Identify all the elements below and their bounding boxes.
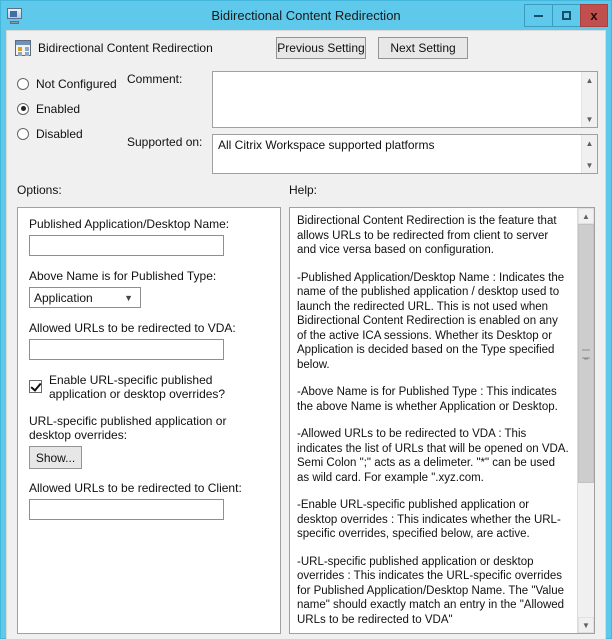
comment-scrollbar[interactable]: ▲ ▼: [581, 72, 597, 127]
radio-disabled[interactable]: Disabled: [17, 121, 127, 146]
radio-disabled-indicator: [17, 127, 29, 140]
scroll-down-icon[interactable]: ▼: [578, 617, 594, 633]
chevron-down-icon: ▼: [124, 292, 133, 303]
window-title: Bidirectional Content Redirection: [211, 8, 401, 23]
supported-on-label: Supported on:: [127, 135, 203, 149]
comment-textarea[interactable]: ▲ ▼: [212, 71, 598, 128]
setting-title: Bidirectional Content Redirection: [38, 41, 213, 55]
help-paragraph: -URL-specific published application or d…: [297, 555, 565, 626]
title-bar: Bidirectional Content Redirection x: [1, 1, 611, 30]
allowed-urls-vda-input[interactable]: [29, 339, 224, 360]
published-type-select[interactable]: Application ▼: [29, 287, 141, 308]
minimize-icon: [534, 14, 543, 17]
published-name-input[interactable]: [29, 235, 224, 256]
supported-on-row: Supported on: All Citrix Workspace suppo…: [127, 134, 598, 174]
supported-on-textarea[interactable]: All Citrix Workspace supported platforms…: [212, 134, 598, 174]
radio-enabled[interactable]: Enabled: [17, 96, 127, 121]
maximize-icon: [562, 11, 571, 20]
radio-enabled-indicator: [17, 102, 29, 115]
help-panel: Bidirectional Content Redirection is the…: [289, 207, 595, 634]
comment-scroll-track[interactable]: [582, 88, 597, 111]
panel-headers: Options: Help:: [7, 183, 605, 207]
scroll-down-icon[interactable]: ▼: [582, 157, 597, 173]
dialog-client-area: Bidirectional Content Redirection Previo…: [6, 30, 606, 639]
help-text-content: Bidirectional Content Redirection is the…: [290, 208, 577, 633]
scroll-up-icon[interactable]: ▲: [578, 208, 594, 224]
published-type-value: Application: [34, 290, 93, 305]
options-panel: Published Application/Desktop Name: Abov…: [17, 207, 281, 634]
window-controls: x: [524, 4, 608, 27]
minimize-button[interactable]: [524, 4, 552, 27]
policy-setting-icon: [15, 40, 31, 56]
help-paragraph: -Allowed URLs to be redirected to VDA : …: [297, 428, 569, 484]
scroll-up-icon[interactable]: ▲: [582, 135, 597, 151]
state-and-metadata-section: Not Configured Enabled Disabled Comment:: [7, 65, 605, 183]
panels-container: Published Application/Desktop Name: Abov…: [7, 207, 605, 634]
radio-disabled-label: Disabled: [36, 126, 83, 141]
setting-navigation: Previous Setting Next Setting: [276, 37, 597, 59]
help-scrollbar[interactable]: ▲ ▼: [577, 208, 594, 633]
monitor-icon: [6, 7, 24, 25]
maximize-button[interactable]: [552, 4, 580, 27]
previous-setting-button[interactable]: Previous Setting: [276, 37, 366, 59]
published-name-label: Published Application/Desktop Name:: [29, 217, 230, 231]
enable-overrides-checkbox-row[interactable]: Enable URL-specific published applicatio…: [29, 373, 269, 401]
supported-on-scrollbar[interactable]: ▲ ▼: [581, 135, 597, 173]
radio-not-configured-label: Not Configured: [36, 76, 117, 91]
enable-overrides-label: Enable URL-specific published applicatio…: [49, 373, 226, 401]
close-button[interactable]: x: [580, 4, 608, 27]
setting-state-radio-group: Not Configured Enabled Disabled: [17, 65, 127, 183]
help-scroll-thumb[interactable]: [578, 224, 594, 484]
comment-value: [213, 72, 581, 127]
options-panel-label: Options:: [17, 183, 62, 197]
overrides-label: URL-specific published application or de…: [29, 414, 227, 442]
help-paragraph: Bidirectional Content Redirection is the…: [297, 215, 557, 256]
policy-setting-dialog: Bidirectional Content Redirection x Bidi…: [0, 0, 612, 639]
dialog-footer: OK Cancel Apply: [7, 634, 605, 639]
allowed-urls-client-input[interactable]: [29, 499, 224, 520]
scroll-up-icon[interactable]: ▲: [582, 72, 597, 88]
supported-on-value: All Citrix Workspace supported platforms: [218, 138, 435, 152]
help-paragraph: -Enable URL-specific published applicati…: [297, 499, 561, 540]
help-paragraph: -Above Name is for Published Type : This…: [297, 386, 558, 413]
radio-enabled-label: Enabled: [36, 101, 81, 116]
scroll-down-icon[interactable]: ▼: [582, 111, 597, 127]
help-panel-label: Help:: [289, 183, 318, 197]
next-setting-button[interactable]: Next Setting: [378, 37, 468, 59]
radio-not-configured-indicator: [17, 77, 29, 90]
help-paragraph: -Published Application/Desktop Name : In…: [297, 271, 565, 371]
setting-header: Bidirectional Content Redirection Previo…: [7, 31, 605, 65]
published-type-label: Above Name is for Published Type:: [29, 269, 217, 283]
help-scroll-track[interactable]: [578, 224, 594, 617]
allowed-urls-vda-label: Allowed URLs to be redirected to VDA:: [29, 321, 236, 335]
show-button[interactable]: Show...: [29, 446, 82, 469]
enable-overrides-checkbox[interactable]: [29, 380, 42, 393]
allowed-urls-client-label: Allowed URLs to be redirected to Client:: [29, 481, 242, 495]
radio-not-configured[interactable]: Not Configured: [17, 71, 127, 96]
comment-row: Comment: ▲ ▼: [127, 71, 598, 128]
metadata-fields: Comment: ▲ ▼ Supported on: All Citrix Wo…: [127, 65, 605, 183]
comment-label: Comment:: [127, 72, 183, 86]
